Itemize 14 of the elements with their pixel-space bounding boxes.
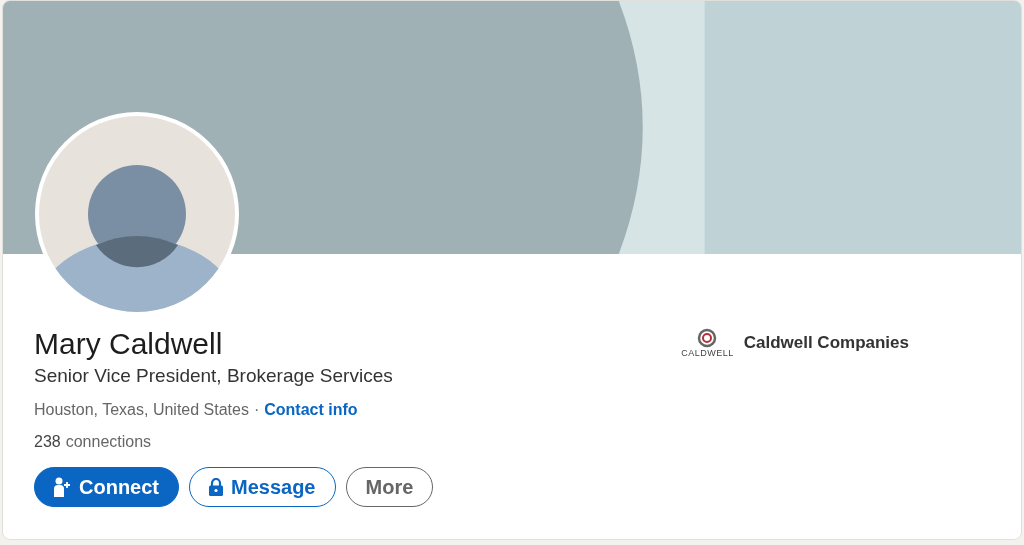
- connections-count: 238: [34, 432, 61, 452]
- profile-headline: Senior Vice President, Brokerage Services: [34, 364, 394, 388]
- company-logo[interactable]: CALDWELL: [681, 328, 734, 358]
- profile-name: Mary Caldwell: [34, 326, 224, 362]
- add-person-icon: [54, 477, 71, 497]
- separator-dot: ·: [253, 400, 260, 420]
- contact-info-link[interactable]: Contact info: [264, 399, 358, 421]
- connect-button[interactable]: Connect: [34, 467, 179, 507]
- location-text: Houston, Texas, United States: [34, 400, 249, 420]
- more-button[interactable]: More: [345, 467, 434, 507]
- company-name[interactable]: Caldwell Companies: [743, 333, 909, 353]
- connections-label: connections: [65, 432, 152, 452]
- message-button[interactable]: Message: [189, 467, 336, 507]
- lock-icon: [209, 478, 223, 496]
